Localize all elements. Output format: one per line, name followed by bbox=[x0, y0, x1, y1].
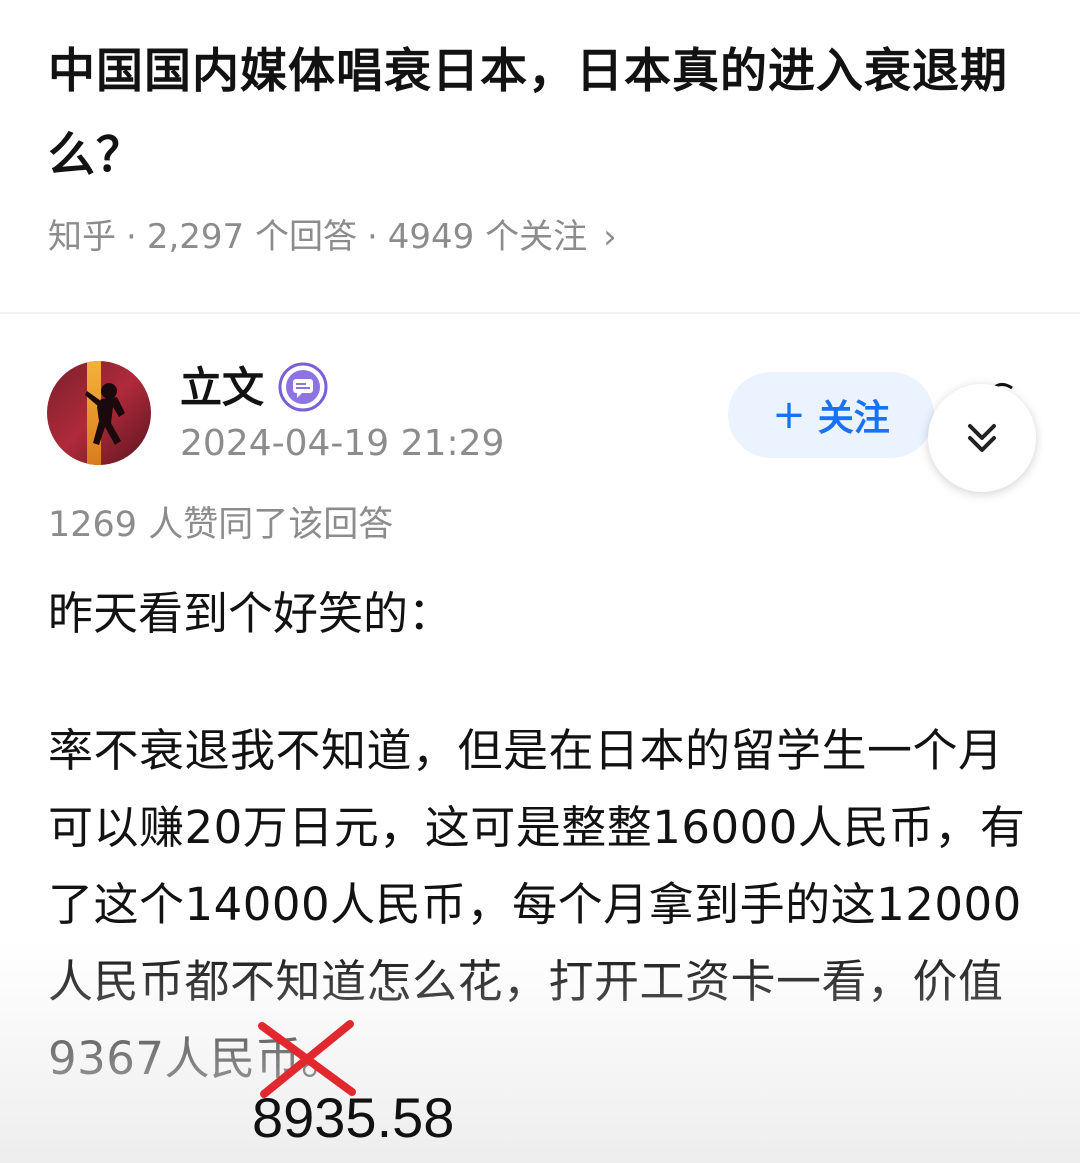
answer-paragraph-2: 率不衰退我不知道，但是在日本的留学生一个月可以赚20万日元，这可是整整16000… bbox=[48, 724, 1026, 1085]
zhihu-answer-page: 中国国内媒体唱衰日本，日本真的进入衰退期么？ 知乎 · 2,297 个回答 · … bbox=[0, 0, 1080, 1163]
section-divider bbox=[0, 312, 1080, 314]
author-name[interactable]: 立文 bbox=[180, 360, 264, 416]
collapse-button[interactable] bbox=[928, 384, 1036, 492]
question-title[interactable]: 中国国内媒体唱衰日本，日本真的进入衰退期么？ bbox=[48, 30, 1048, 198]
like-count: 1269 人赞同了该回答 bbox=[48, 505, 394, 545]
avatar[interactable] bbox=[47, 361, 151, 465]
follower-count: 4949 个关注 bbox=[387, 217, 588, 257]
answer-count: 2,297 个回答 bbox=[146, 217, 357, 257]
plus-icon: + bbox=[772, 392, 806, 438]
source-label: 知乎 bbox=[48, 217, 116, 257]
double-chevron-down-icon bbox=[968, 424, 996, 452]
post-timestamp: 2024-04-19 21:29 bbox=[180, 423, 505, 464]
handwritten-correction: 8935.58 bbox=[252, 1086, 455, 1149]
meta-separator: · bbox=[126, 217, 137, 257]
answer-paragraph-1: 昨天看到个好笑的： bbox=[48, 587, 454, 640]
question-meta[interactable]: 知乎 · 2,297 个回答 · 4949 个关注 › bbox=[48, 210, 617, 264]
meta-separator: · bbox=[366, 217, 378, 257]
climber-avatar-image bbox=[47, 361, 151, 465]
chat-badge-icon bbox=[278, 362, 328, 412]
chevron-right-icon: › bbox=[603, 217, 617, 257]
follow-label: 关注 bbox=[817, 398, 890, 439]
follow-button[interactable]: + 关注 bbox=[728, 372, 934, 458]
